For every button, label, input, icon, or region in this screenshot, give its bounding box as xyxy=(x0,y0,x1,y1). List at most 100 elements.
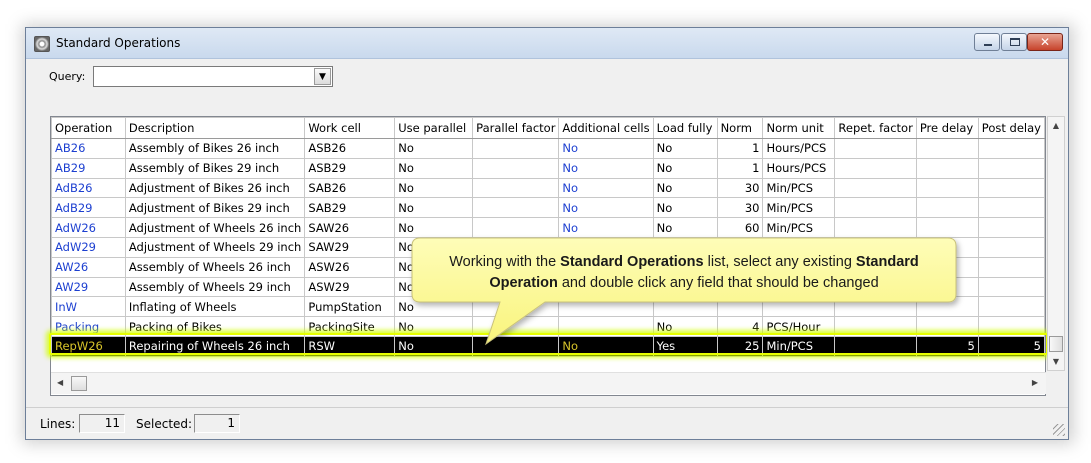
table-row[interactable]: AdB29 Adjustment of Bikes 29 inch SAB29 No N… xyxy=(51,197,1045,219)
maximize-button[interactable] xyxy=(1001,33,1027,51)
table-cell[interactable] xyxy=(472,197,560,219)
table-row[interactable]: AB26 Assembly of Bikes 26 inch ASB26 No No No… xyxy=(51,138,1045,159)
minimize-button[interactable] xyxy=(974,33,1000,51)
table-cell[interactable] xyxy=(472,217,560,238)
table-cell[interactable]: AdW26 xyxy=(51,217,126,238)
table-cell[interactable]: 1 xyxy=(716,138,764,159)
table-cell[interactable]: 30 xyxy=(716,177,764,199)
column-header[interactable]: Load fully xyxy=(652,117,718,139)
table-cell[interactable]: 30 xyxy=(716,197,764,219)
table-cell[interactable]: No xyxy=(652,197,718,219)
table-row[interactable]: AdB26 Adjustment of Bikes 26 inch SAB26 No N… xyxy=(51,177,1045,199)
table-cell[interactable]: 25 xyxy=(716,335,764,357)
vertical-scroll-thumb[interactable] xyxy=(1049,336,1063,352)
horizontal-scrollbar[interactable]: ◀ ▶ xyxy=(51,372,1046,394)
table-cell[interactable]: PumpStation xyxy=(304,296,396,318)
table-cell[interactable]: AdB26 xyxy=(51,177,126,199)
table-cell[interactable] xyxy=(915,197,979,219)
table-cell[interactable] xyxy=(652,296,718,318)
table-cell[interactable]: RSW xyxy=(304,335,396,357)
table-cell[interactable]: AdB29 xyxy=(51,197,126,219)
table-cell[interactable] xyxy=(977,197,1045,219)
table-cell[interactable] xyxy=(977,157,1045,179)
table-row[interactable]: RepW26 Repairing of Wheels 26 inch RSW No No… xyxy=(51,335,1045,357)
table-cell[interactable]: Hours/PCS xyxy=(762,157,836,179)
table-cell[interactable]: Min/PCS xyxy=(762,197,836,219)
table-cell[interactable]: ASW26 xyxy=(304,256,396,278)
scroll-right-icon[interactable]: ▶ xyxy=(1032,378,1038,387)
table-cell[interactable] xyxy=(834,177,917,199)
column-header[interactable]: Use parallel xyxy=(394,117,474,139)
table-cell[interactable]: Adjustment of Bikes 26 inch xyxy=(124,177,306,199)
table-cell[interactable]: No xyxy=(394,157,474,179)
table-cell[interactable]: No xyxy=(558,197,654,219)
horizontal-scroll-thumb[interactable] xyxy=(71,376,87,391)
table-cell[interactable]: AW29 xyxy=(51,276,126,298)
table-cell[interactable]: SAB29 xyxy=(304,197,396,219)
table-cell[interactable] xyxy=(472,157,560,179)
table-row[interactable]: AdW26 Adjustment of Wheels 26 inch SAW26 No… xyxy=(51,217,1045,238)
table-cell[interactable]: Packing of Bikes xyxy=(124,316,306,337)
table-cell[interactable]: 1 xyxy=(716,157,764,179)
column-header[interactable]: Description xyxy=(124,117,306,139)
table-cell[interactable] xyxy=(977,236,1045,258)
table-cell[interactable]: Adjustment of Wheels 26 inch xyxy=(124,217,306,238)
table-cell[interactable]: ASB26 xyxy=(304,138,396,159)
table-cell[interactable]: PCS/Hour xyxy=(762,316,836,337)
column-header[interactable]: Work cell xyxy=(304,117,396,139)
column-header[interactable]: Repet. factor xyxy=(834,117,917,139)
table-cell[interactable]: No xyxy=(558,177,654,199)
column-header[interactable]: Operation xyxy=(51,117,126,139)
table-cell[interactable]: No xyxy=(394,138,474,159)
table-cell[interactable]: Yes xyxy=(652,335,718,357)
table-cell[interactable] xyxy=(762,296,836,318)
query-dropdown[interactable]: ▼ xyxy=(93,66,333,87)
table-cell[interactable]: No xyxy=(558,217,654,238)
table-cell[interactable]: No xyxy=(394,335,474,357)
table-cell[interactable]: Inflating of Wheels xyxy=(124,296,306,318)
table-cell[interactable]: AW26 xyxy=(51,256,126,278)
table-cell[interactable]: No xyxy=(394,316,474,337)
table-cell[interactable]: SAW29 xyxy=(304,236,396,258)
table-cell[interactable] xyxy=(915,217,979,238)
table-cell[interactable]: Assembly of Bikes 29 inch xyxy=(124,157,306,179)
chevron-down-icon[interactable]: ▼ xyxy=(314,68,331,85)
table-cell[interactable]: No xyxy=(558,157,654,179)
table-row[interactable]: AB29 Assembly of Bikes 29 inch ASB29 No No No… xyxy=(51,157,1045,179)
scroll-up-icon[interactable]: ▲ xyxy=(1048,121,1064,130)
table-cell[interactable]: Adjustment of Wheels 29 inch xyxy=(124,236,306,258)
table-cell[interactable] xyxy=(558,316,654,337)
column-header[interactable]: Norm xyxy=(716,117,764,139)
table-cell[interactable] xyxy=(834,217,917,238)
table-cell[interactable] xyxy=(472,296,560,318)
table-row[interactable]: Packing Packing of Bikes PackingSite No No 4 P… xyxy=(51,316,1045,337)
table-cell[interactable] xyxy=(834,335,917,357)
table-cell[interactable] xyxy=(558,296,654,318)
table-cell[interactable]: RepW26 xyxy=(51,335,126,357)
table-cell[interactable]: No xyxy=(394,197,474,219)
table-cell[interactable] xyxy=(834,316,917,337)
table-cell[interactable] xyxy=(977,256,1045,278)
table-cell[interactable]: AB26 xyxy=(51,138,126,159)
table-cell[interactable]: PackingSite xyxy=(304,316,396,337)
table-cell[interactable] xyxy=(977,138,1045,159)
table-cell[interactable] xyxy=(915,157,979,179)
table-cell[interactable] xyxy=(915,177,979,199)
close-button[interactable]: ✕ xyxy=(1027,33,1063,51)
table-cell[interactable]: Repairing of Wheels 26 inch xyxy=(124,335,306,357)
table-cell[interactable]: 5 xyxy=(977,335,1045,357)
table-cell[interactable] xyxy=(977,296,1045,318)
table-cell[interactable]: InW xyxy=(51,296,126,318)
table-cell[interactable]: Min/PCS xyxy=(762,335,836,357)
table-cell[interactable] xyxy=(977,177,1045,199)
table-cell[interactable]: SAB26 xyxy=(304,177,396,199)
table-cell[interactable] xyxy=(977,276,1045,298)
table-cell[interactable] xyxy=(977,316,1045,337)
table-cell[interactable]: No xyxy=(558,138,654,159)
table-cell[interactable] xyxy=(472,316,560,337)
scroll-left-icon[interactable]: ◀ xyxy=(57,378,63,387)
table-cell[interactable]: 4 xyxy=(716,316,764,337)
column-header[interactable]: Pre delay xyxy=(915,117,979,139)
gear-icon[interactable] xyxy=(34,36,50,52)
scroll-down-icon[interactable]: ▼ xyxy=(1048,357,1064,366)
